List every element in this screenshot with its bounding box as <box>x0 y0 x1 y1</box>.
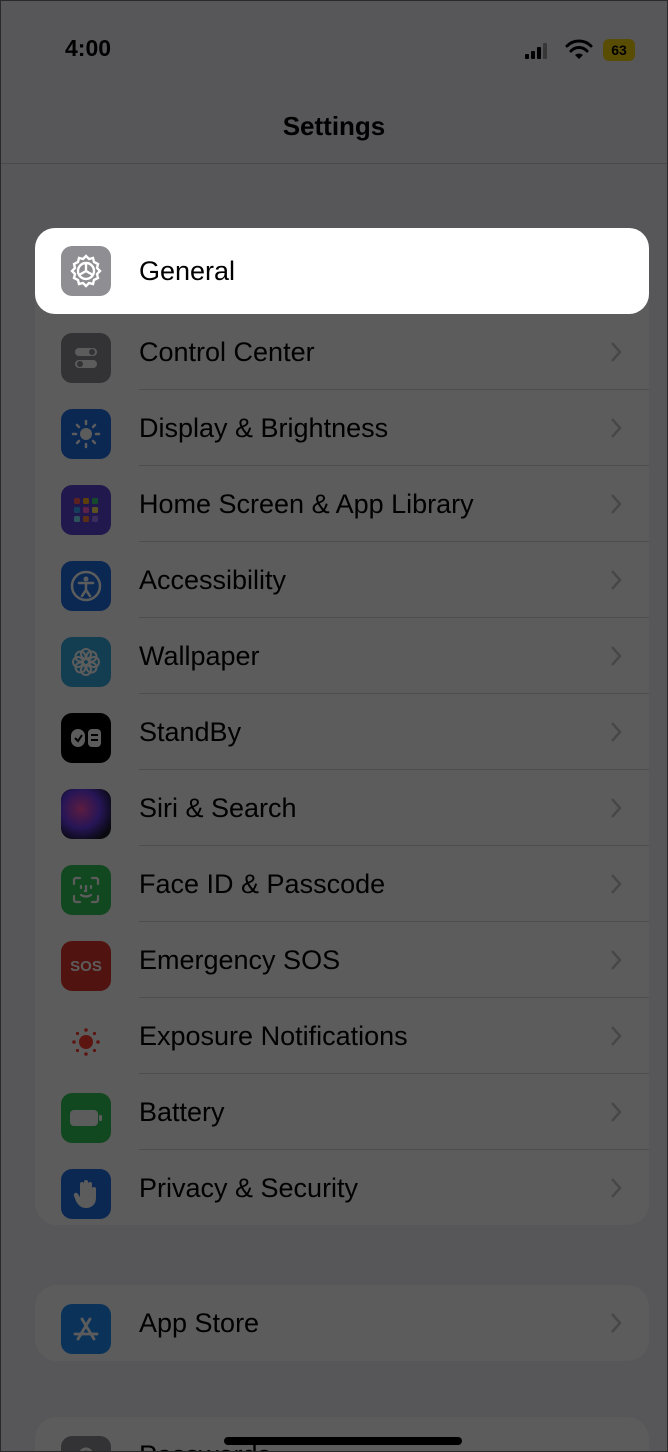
home-indicator[interactable] <box>224 1437 462 1445</box>
page-title: Settings <box>282 111 386 141</box>
settings-row-face-id[interactable]: Face ID & Passcode <box>35 846 649 922</box>
chevron-right-icon <box>611 418 622 438</box>
chevron-right-icon <box>611 494 622 514</box>
settings-row-label: StandBy <box>139 717 242 747</box>
settings-row-general[interactable]: General <box>35 228 649 314</box>
battery-icon <box>61 1093 111 1143</box>
settings-row-app-store[interactable]: App Store <box>35 1285 649 1361</box>
sun-icon <box>61 409 111 459</box>
settings-row-passwords[interactable]: Passwords <box>35 1417 649 1451</box>
settings-row-battery[interactable]: Battery <box>35 1074 649 1150</box>
settings-row-exposure-notifications[interactable]: Exposure Notifications <box>35 998 649 1074</box>
settings-row-control-center[interactable]: Control Center <box>35 314 649 390</box>
face-id-icon <box>61 865 111 915</box>
chevron-right-icon <box>611 798 622 818</box>
settings-row-home-screen[interactable]: Home Screen & App Library <box>35 466 649 542</box>
settings-row-label: Accessibility <box>139 565 287 595</box>
settings-row-emergency-sos[interactable]: SOS Emergency SOS <box>35 922 649 998</box>
wifi-icon <box>565 39 593 59</box>
accessibility-icon <box>61 561 111 611</box>
gear-icon <box>61 246 111 296</box>
status-bar: 4:00 63 <box>1 1 667 101</box>
siri-icon <box>61 789 111 839</box>
status-time: 4:00 <box>65 35 112 61</box>
standby-icon <box>61 713 111 763</box>
settings-row-label: Battery <box>139 1097 225 1127</box>
exposure-icon <box>61 1017 111 1067</box>
app-grid-icon <box>61 485 111 535</box>
battery-indicator: 63 <box>603 39 635 61</box>
chevron-right-icon <box>611 1102 622 1122</box>
chevron-right-icon <box>611 722 622 742</box>
settings-screen: 4:00 63 Settings Control Center Display … <box>0 0 668 1452</box>
signal-icon <box>525 43 549 59</box>
settings-group-main: Control Center Display & Brightness Home… <box>35 228 649 1225</box>
chevron-right-icon <box>611 874 622 894</box>
settings-row-accessibility[interactable]: Accessibility <box>35 542 649 618</box>
switches-icon <box>61 333 111 383</box>
settings-row-label: Exposure Notifications <box>139 1021 408 1051</box>
settings-row-label: Face ID & Passcode <box>139 869 386 899</box>
settings-row-wallpaper[interactable]: Wallpaper <box>35 618 649 694</box>
settings-group-store: App Store <box>35 1285 649 1361</box>
settings-group-passwords: Passwords <box>35 1417 649 1451</box>
settings-row-label: Emergency SOS <box>139 945 341 975</box>
chevron-right-icon <box>611 1178 622 1198</box>
chevron-right-icon <box>611 646 622 666</box>
settings-row-standby[interactable]: StandBy <box>35 694 649 770</box>
settings-row-label: App Store <box>139 1308 260 1338</box>
settings-row-label: Display & Brightness <box>139 413 389 443</box>
settings-row-label: Privacy & Security <box>139 1173 359 1203</box>
settings-row-label: Passwords <box>139 1417 271 1451</box>
key-icon <box>61 1436 111 1451</box>
flower-icon <box>61 637 111 687</box>
chevron-right-icon <box>611 342 622 362</box>
settings-row-label: General <box>139 256 236 286</box>
sos-icon: SOS <box>61 941 111 991</box>
chevron-right-icon <box>611 570 622 590</box>
chevron-right-icon <box>611 1313 622 1333</box>
settings-row-label: Home Screen & App Library <box>139 489 474 519</box>
app-store-icon <box>61 1304 111 1354</box>
nav-divider <box>1 163 667 164</box>
chevron-right-icon <box>611 950 622 970</box>
hand-icon <box>61 1169 111 1219</box>
settings-row-label: Control Center <box>139 337 315 367</box>
settings-row-privacy-security[interactable]: Privacy & Security <box>35 1150 649 1225</box>
chevron-right-icon <box>611 1026 622 1046</box>
settings-row-label: Siri & Search <box>139 793 297 823</box>
settings-row-label: Wallpaper <box>139 641 260 671</box>
sos-icon-text: SOS <box>70 957 102 975</box>
settings-row-display-brightness[interactable]: Display & Brightness <box>35 390 649 466</box>
settings-row-siri[interactable]: Siri & Search <box>35 770 649 846</box>
